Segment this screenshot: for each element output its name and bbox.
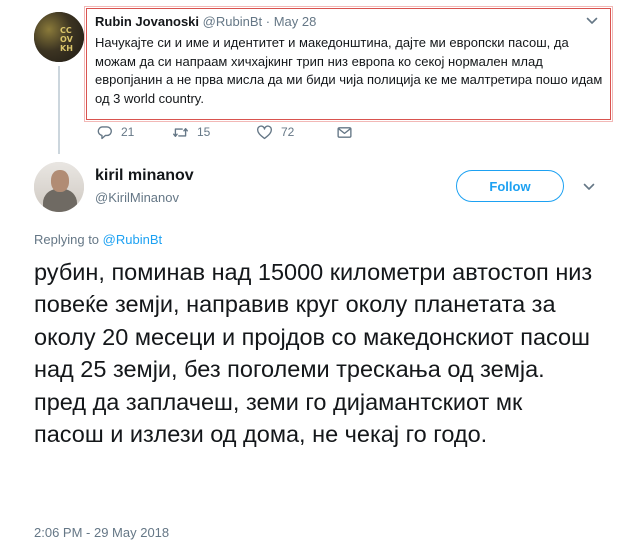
parent-tweet-text: Начукајте си и име и идентитет и македон… bbox=[95, 35, 603, 106]
chevron-down-icon[interactable] bbox=[583, 181, 595, 193]
retweet-icon bbox=[173, 127, 188, 137]
retweet-count: 15 bbox=[197, 125, 211, 139]
direct-message-button[interactable] bbox=[336, 121, 353, 143]
thread-connector-line bbox=[58, 66, 60, 154]
retweet-button[interactable]: 15 bbox=[172, 121, 210, 143]
follow-button[interactable]: Follow bbox=[456, 170, 564, 202]
heart-icon bbox=[257, 124, 272, 139]
avatar-figure-face bbox=[51, 170, 69, 192]
mail-icon bbox=[337, 126, 352, 138]
avatar-logo-lettering: CC OV KH bbox=[60, 26, 73, 53]
parent-tweet[interactable]: CC OV KH Rubin Jovanoski @RubinBt · May 28… bbox=[0, 0, 630, 154]
reply-count: 21 bbox=[121, 125, 135, 139]
highlighted-tweet-box: Rubin Jovanoski @RubinBt · May 28 Начука… bbox=[84, 6, 613, 122]
avatar-figure-body bbox=[43, 189, 77, 212]
parent-tweet-date[interactable]: May 28 bbox=[274, 14, 317, 29]
like-button[interactable]: 72 bbox=[256, 121, 294, 143]
parent-author-name[interactable]: Rubin Jovanoski bbox=[95, 14, 199, 29]
parent-tweet-header: Rubin Jovanoski @RubinBt · May 28 bbox=[95, 14, 316, 29]
reply-icon bbox=[97, 125, 112, 139]
reply-button[interactable]: 21 bbox=[96, 121, 134, 143]
replying-to-line: Replying to @RubinBt bbox=[34, 232, 162, 247]
parent-author-handle[interactable]: @RubinBt bbox=[203, 14, 262, 29]
main-author-avatar[interactable] bbox=[34, 162, 84, 212]
like-count: 72 bbox=[281, 125, 295, 139]
header-separator: · bbox=[265, 14, 271, 29]
parent-tweet-actions: 21 15 72 bbox=[96, 121, 396, 143]
tweet-timestamp[interactable]: 2:06 PM - 29 May 2018 bbox=[34, 525, 169, 540]
parent-author-avatar[interactable]: CC OV KH bbox=[34, 12, 84, 62]
main-author-handle[interactable]: @KirilMinanov bbox=[95, 190, 179, 205]
replying-to-link[interactable]: @RubinBt bbox=[103, 232, 162, 247]
main-author-name[interactable]: kiril minanov bbox=[95, 167, 194, 185]
main-tweet-text: рубин, поминав над 15000 километри автос… bbox=[34, 259, 593, 448]
replying-to-prefix: Replying to bbox=[34, 232, 100, 247]
chevron-down-icon[interactable] bbox=[586, 15, 598, 27]
